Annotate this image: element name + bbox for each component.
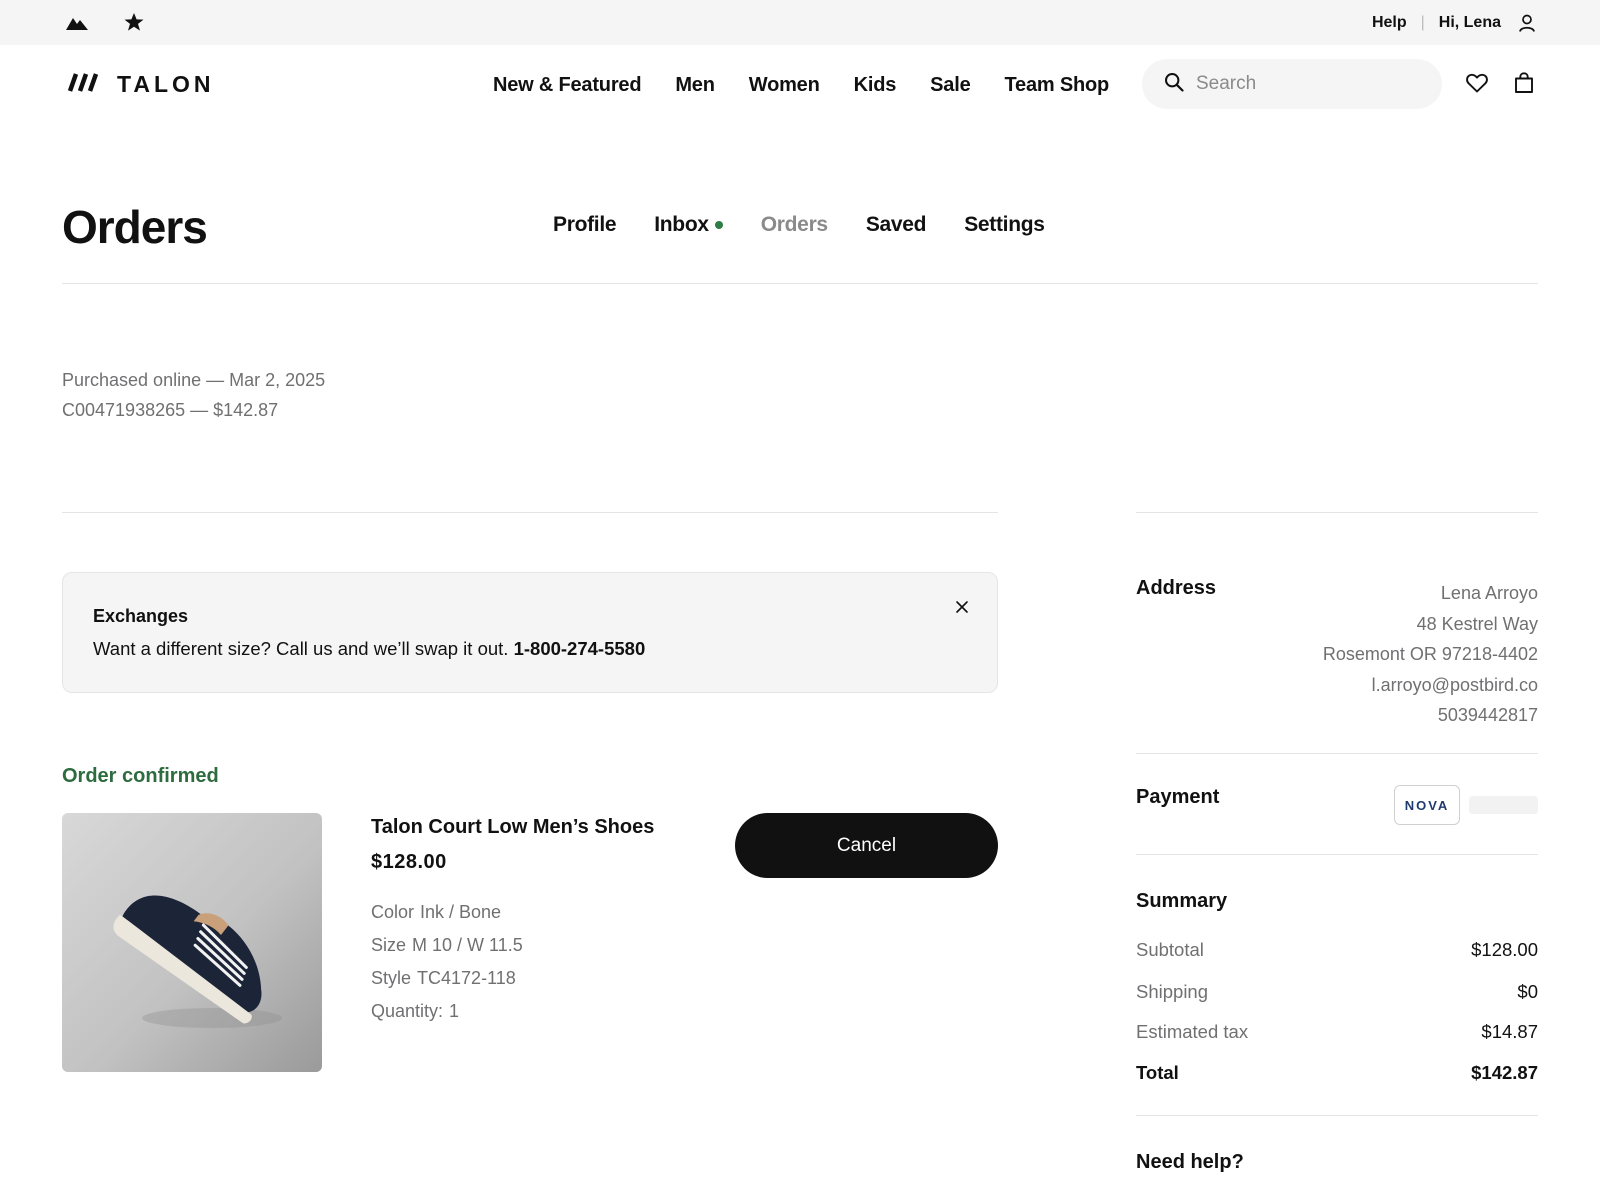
sidebar-divider-address bbox=[1136, 753, 1538, 754]
product-image[interactable] bbox=[62, 813, 322, 1072]
star-brand-icon[interactable] bbox=[123, 12, 145, 37]
sidebar-divider-payment bbox=[1136, 854, 1538, 855]
shipping-label: Shipping bbox=[1136, 981, 1209, 1002]
greeting-link[interactable]: Hi, Lena bbox=[1439, 14, 1501, 32]
summary-total: Total $142.87 bbox=[1136, 1062, 1538, 1084]
style-label: Style bbox=[371, 968, 412, 988]
banner-phone[interactable]: 1-800-274-5580 bbox=[514, 638, 646, 659]
header-divider bbox=[62, 283, 1538, 284]
tab-orders[interactable]: Orders bbox=[761, 213, 828, 237]
search-input[interactable] bbox=[1196, 73, 1416, 95]
nav-kids[interactable]: Kids bbox=[854, 74, 897, 97]
tab-settings[interactable]: Settings bbox=[964, 213, 1045, 237]
tax-label: Estimated tax bbox=[1136, 1021, 1249, 1042]
inbox-unread-dot bbox=[714, 221, 723, 229]
address-phone: 5039442817 bbox=[1437, 705, 1538, 725]
summary-label: Summary bbox=[1136, 890, 1228, 912]
heart-icon[interactable] bbox=[1465, 71, 1489, 95]
address-label: Address bbox=[1136, 577, 1217, 599]
total-value: $142.87 bbox=[1471, 1062, 1538, 1083]
address-email: l.arroyo@postbird.co bbox=[1371, 674, 1538, 695]
logo-text: TALON bbox=[117, 71, 215, 97]
summary-shipping: Shipping $0 bbox=[1136, 981, 1538, 1003]
exchange-banner: Exchanges Want a different size? Call us… bbox=[62, 572, 998, 693]
order-purchase-line: Purchased online — Mar 2, 2025 bbox=[62, 370, 326, 390]
subtotal-label: Subtotal bbox=[1136, 939, 1204, 960]
product-quantity: Quantity: 1 bbox=[371, 995, 523, 1028]
sidebar-divider-summary bbox=[1136, 1115, 1538, 1116]
quantity-label: Quantity: bbox=[371, 1001, 444, 1021]
order-status: Order confirmed bbox=[62, 765, 219, 787]
nav-women[interactable]: Women bbox=[749, 74, 820, 97]
address-city: Rosemont OR 97218-4402 bbox=[1322, 644, 1538, 664]
cancel-order-button[interactable]: Cancel bbox=[735, 813, 998, 878]
product-style: Style TC4172-118 bbox=[371, 962, 523, 995]
color-value: Ink / Bone bbox=[420, 902, 502, 922]
address-name: Lena Arroyo bbox=[1440, 583, 1538, 603]
order-id-line: C00471938265 — $142.87 bbox=[62, 400, 279, 420]
tab-settings-label: Settings bbox=[964, 213, 1045, 236]
nav-sale[interactable]: Sale bbox=[930, 74, 971, 97]
tab-orders-label: Orders bbox=[760, 213, 828, 236]
tax-value: $14.87 bbox=[1481, 1021, 1538, 1042]
subtotal-value: $128.00 bbox=[1471, 939, 1538, 960]
site-header: TALON New & Featured Men Women Kids Sale… bbox=[0, 45, 1600, 125]
payment-masked-number bbox=[1469, 796, 1538, 814]
summary-subtotal: Subtotal $128.00 bbox=[1136, 939, 1538, 961]
quantity-value: 1 bbox=[449, 1001, 460, 1021]
tab-profile-label: Profile bbox=[553, 213, 617, 236]
talon-logo-icon bbox=[67, 72, 99, 97]
need-help-label: Need help? bbox=[1136, 1151, 1244, 1173]
size-value: M 10 / W 11.5 bbox=[412, 935, 523, 955]
summary-tax: Estimated tax $14.87 bbox=[1136, 1021, 1538, 1043]
utility-divider: | bbox=[1420, 13, 1425, 31]
address-block: Lena Arroyo 48 Kestrel Way Rosemont OR 9… bbox=[1323, 578, 1538, 731]
utility-bar: Help | Hi, Lena bbox=[0, 0, 1600, 45]
help-link[interactable]: Help bbox=[1372, 14, 1407, 32]
mountain-brand-icon[interactable] bbox=[65, 12, 89, 37]
product-name[interactable]: Talon Court Low Men’s Shoes bbox=[371, 816, 654, 839]
main-nav: New & Featured Men Women Kids Sale Team … bbox=[493, 45, 1143, 125]
total-label: Total bbox=[1136, 1062, 1179, 1083]
search-icon[interactable] bbox=[1164, 72, 1184, 97]
banner-text: Want a different size? Call us and we’ll… bbox=[93, 638, 645, 660]
page-title: Orders bbox=[62, 201, 208, 253]
address-street: 48 Kestrel Way bbox=[1416, 613, 1538, 634]
payment-label: Payment bbox=[1136, 786, 1220, 808]
nav-men[interactable]: Men bbox=[675, 74, 715, 97]
color-label: Color bbox=[371, 902, 415, 922]
product-attributes: Color Ink / Bone Size M 10 / W 11.5 Style T… bbox=[371, 896, 523, 1028]
tab-inbox[interactable]: Inbox bbox=[654, 213, 723, 237]
account-tabs: Profile Inbox Orders Saved Settings bbox=[553, 213, 1083, 237]
account-icon[interactable] bbox=[1517, 13, 1537, 33]
payment-card-badge: NOVA bbox=[1394, 785, 1460, 825]
nav-new-featured[interactable]: New & Featured bbox=[493, 74, 642, 97]
nav-team-shop[interactable]: Team Shop bbox=[1005, 74, 1110, 97]
utility-links: Help | Hi, Lena bbox=[1372, 0, 1537, 45]
tab-saved-label: Saved bbox=[865, 213, 927, 236]
tab-saved[interactable]: Saved bbox=[865, 213, 927, 237]
shipping-value: $0 bbox=[1517, 981, 1538, 1002]
size-label: Size bbox=[371, 935, 407, 955]
tab-profile[interactable]: Profile bbox=[553, 213, 617, 237]
sidebar-divider-top bbox=[1136, 512, 1538, 513]
product-size: Size M 10 / W 11.5 bbox=[371, 929, 523, 962]
product-color: Color Ink / Bone bbox=[371, 896, 523, 929]
product-price: $128.00 bbox=[371, 851, 447, 873]
style-value: TC4172-118 bbox=[417, 968, 516, 988]
logo[interactable]: TALON bbox=[67, 71, 215, 98]
search-box[interactable] bbox=[1142, 59, 1442, 109]
close-icon[interactable] bbox=[955, 600, 969, 614]
banner-title: Exchanges bbox=[93, 606, 189, 626]
tab-inbox-label: Inbox bbox=[654, 213, 709, 236]
bag-icon[interactable] bbox=[1512, 71, 1536, 95]
banner-message: Want a different size? Call us and we’ll… bbox=[93, 638, 509, 659]
order-meta: Purchased online — Mar 2, 2025 C00471938… bbox=[62, 365, 325, 425]
order-divider bbox=[62, 512, 998, 513]
